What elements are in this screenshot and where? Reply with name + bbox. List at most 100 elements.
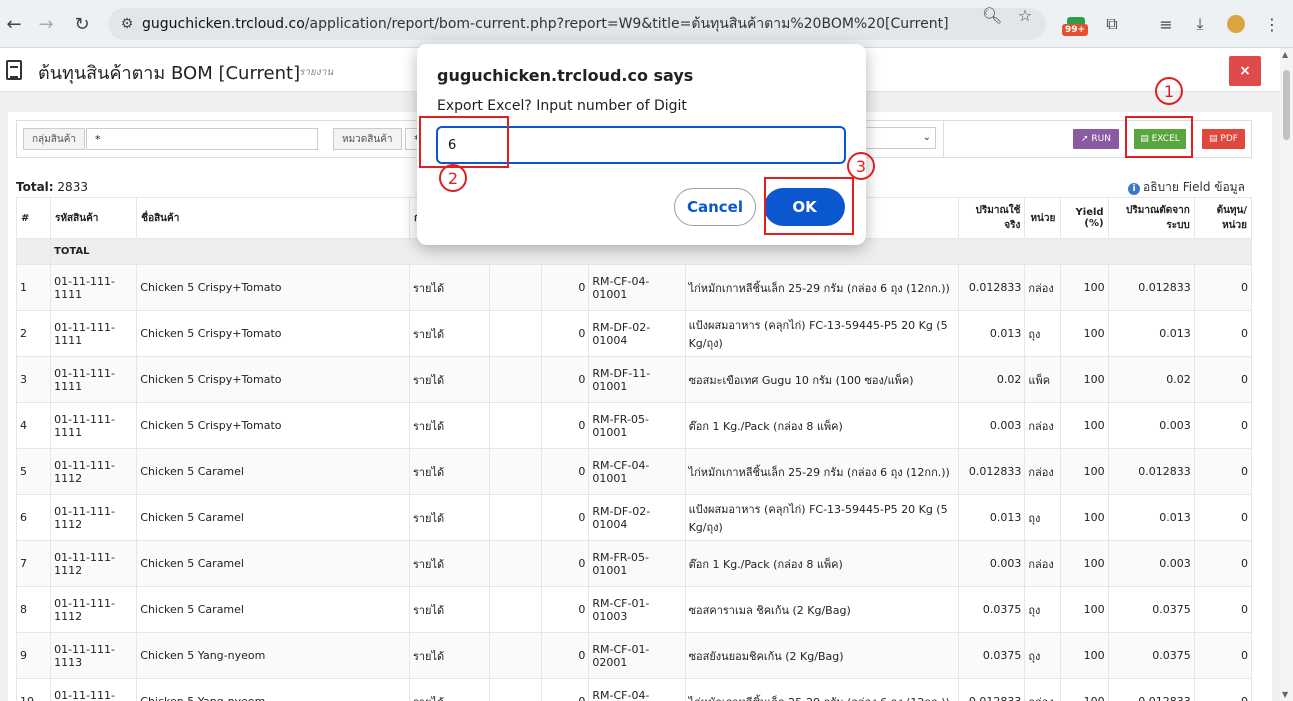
cell-code: 01-11-111-1113 [50, 632, 138, 679]
cell-qty: 0.02 [958, 356, 1026, 403]
media-icon[interactable]: ≡ [1152, 10, 1180, 38]
cell-code: 01-11-111-1112 [50, 586, 138, 633]
cell-sys: 0.0375 [1107, 632, 1195, 679]
site-info-icon[interactable]: ⚙ [112, 16, 142, 32]
reload-icon[interactable]: ↻ [68, 10, 96, 38]
download-icon[interactable]: ⤓ [1186, 10, 1214, 38]
menu-kebab-icon[interactable]: ⋮ [1258, 10, 1286, 38]
browser-toolbar: ← → ↻ ⚙ guguchicken.trcloud.co/applicati… [0, 0, 1293, 48]
cancel-button[interactable]: Cancel [674, 188, 756, 226]
cell-desc: ซอสมะเขือเทศ Gugu 10 กรัม (100 ซอง/แพ็ค) [684, 356, 960, 403]
cell-cost: 0 [1193, 264, 1253, 311]
cell-blank [489, 264, 543, 311]
group-filter-label: กลุ่มสินค้า [23, 128, 86, 150]
forward-arrow-icon[interactable]: → [32, 10, 60, 38]
scroll-up-icon[interactable]: ▲ [1282, 50, 1288, 59]
cell-unit: ถุง [1024, 632, 1062, 679]
cell-sys: 0.0375 [1107, 586, 1195, 633]
cell-blank [489, 540, 543, 587]
scroll-down-icon[interactable]: ▼ [1282, 690, 1288, 699]
col-unit[interactable]: หน่วย [1024, 197, 1062, 239]
cell-n: 2 [15, 310, 52, 357]
run-button[interactable]: ➚ RUN [1073, 129, 1119, 149]
cell-unit: ถุง [1024, 310, 1062, 357]
cell-n: 3 [15, 356, 52, 403]
table-row[interactable]: 9 01-11-111-1113 Chicken 5 Yang-nyeom รายได… [15, 632, 1253, 679]
cell-n: 6 [15, 494, 52, 541]
cell-desc: แป้งผสมอาหาร (คลุกไก่) FC-13-59445-P5 20… [684, 310, 960, 357]
page-scrollbar[interactable] [1280, 48, 1293, 701]
cell-type: รายได้ [408, 632, 491, 679]
cell-desc: ไก่หมักเกาหลีชิ้นเล็ก 25-29 กรัม (กล่อง … [684, 678, 960, 701]
col-num[interactable]: # [15, 197, 52, 239]
col-name[interactable]: ชื่อสินค้า [136, 197, 410, 239]
cell-qty: 0.013 [958, 494, 1026, 541]
table-row[interactable]: 6 01-11-111-1112 Chicken 5 Caramel รายได้ 0 R… [15, 494, 1253, 541]
cell-blank [489, 448, 543, 495]
close-button[interactable]: × [1229, 56, 1261, 86]
page-subtitle: รายงาน [299, 67, 334, 78]
cell-type: รายได้ [408, 356, 491, 403]
cell-zero: 0 [541, 356, 590, 403]
cell-blank [489, 632, 543, 679]
cell-type: รายได้ [408, 586, 491, 633]
puzzle-icon[interactable]: ⧉ [1098, 10, 1126, 38]
bookmark-star-icon[interactable]: ☆ [1015, 6, 1035, 25]
cell-cost: 0 [1193, 448, 1253, 495]
col-qty-real[interactable]: ปริมาณใช้จริง [958, 197, 1026, 239]
back-arrow-icon[interactable]: ← [0, 10, 28, 38]
table-row[interactable]: 1001-11-111-1113Chicken 5 Yang-nyeomรายไ… [15, 678, 1253, 701]
cell-qty: 0.003 [958, 402, 1026, 449]
field-info-text[interactable]: อธิบาย Field ข้อมูล [1143, 180, 1245, 194]
address-bar[interactable]: ⚙ guguchicken.trcloud.co/application/rep… [108, 8, 1046, 40]
cell-yield: 100 [1060, 264, 1109, 311]
cell-desc: ต๊อก 1 Kg./Pack (กล่อง 8 แพ็ค) [684, 540, 960, 587]
table-row[interactable]: 7 01-11-111-1112 Chicken 5 Caramel รายได้ 0 R… [15, 540, 1253, 587]
cell-cost: 0 [1193, 678, 1253, 701]
table-row[interactable]: 1 01-11-111-1111 Chicken 5 Crispy+Tomato รา… [15, 264, 1253, 311]
cell-zero: 0 [541, 678, 590, 701]
col-yield[interactable]: Yield (%) [1060, 197, 1109, 239]
table-row[interactable]: 3 01-11-111-1111 Chicken 5 Crispy+Tomato รา… [15, 356, 1253, 403]
cell-rm: RM-FR-05-01001 [588, 540, 686, 587]
cell-blank [489, 310, 543, 357]
field-info-link[interactable]: i อธิบาย Field ข้อมูล [1128, 178, 1245, 197]
table-row[interactable]: 2 01-11-111-1111 Chicken 5 Crispy+Tomato รา… [15, 310, 1253, 357]
annotation-box-excel [1125, 116, 1193, 158]
cell-zero: 0 [541, 310, 590, 357]
col-cost-unit[interactable]: ต้นทุน/หน่วย [1193, 197, 1253, 239]
col-code[interactable]: รหัสสินค้า [50, 197, 138, 239]
cell-n: 1 [15, 264, 52, 311]
col-qty-sys[interactable]: ปริมาณตัดจากระบบ [1107, 197, 1195, 239]
cell-rm: RM-DF-02-01004 [588, 310, 686, 357]
cell-type: รายได้ [408, 678, 491, 701]
cell-n: 9 [15, 632, 52, 679]
group-filter-input[interactable]: * [86, 128, 318, 150]
cell-blank [489, 494, 543, 541]
cell-yield: 100 [1060, 310, 1109, 357]
scrollbar-thumb[interactable] [1283, 70, 1290, 140]
cell-qty: 0.012833 [958, 264, 1026, 311]
cell-rm: RM-DF-11-01001 [588, 356, 686, 403]
table-row[interactable]: 8 01-11-111-1112 Chicken 5 Caramel รายได้ 0 R… [15, 586, 1253, 633]
cell-sys: 0.012833 [1107, 264, 1195, 311]
cell-rm: RM-CF-01-01003 [588, 586, 686, 633]
cell-code: 01-11-111-1112 [50, 448, 138, 495]
zoom-icon[interactable]: 🔍︎ [982, 6, 1002, 25]
pdf-button-label: PDF [1220, 134, 1238, 144]
cell-zero: 0 [541, 632, 590, 679]
cell-sys: 0.012833 [1107, 448, 1195, 495]
cell-name: Chicken 5 Yang-nyeom [136, 632, 410, 679]
table-row[interactable]: 5 01-11-111-1112 Chicken 5 Caramel รายได้ 0 R… [15, 448, 1253, 495]
cell-cost: 0 [1193, 586, 1253, 633]
cell-yield: 100 [1060, 448, 1109, 495]
url-text[interactable]: guguchicken.trcloud.co/application/repor… [142, 13, 982, 35]
pdf-button[interactable]: ▤ PDF [1202, 129, 1245, 149]
table-row[interactable]: 4 01-11-111-1111 Chicken 5 Crispy+Tomato รา… [15, 402, 1253, 449]
cell-sys: 0.013 [1107, 494, 1195, 541]
profile-avatar[interactable] [1222, 10, 1250, 38]
cell-n: 4 [15, 402, 52, 449]
cell-n: 7 [15, 540, 52, 587]
cell-type: รายได้ [408, 494, 491, 541]
extension-badge: 99+ [1062, 24, 1089, 36]
